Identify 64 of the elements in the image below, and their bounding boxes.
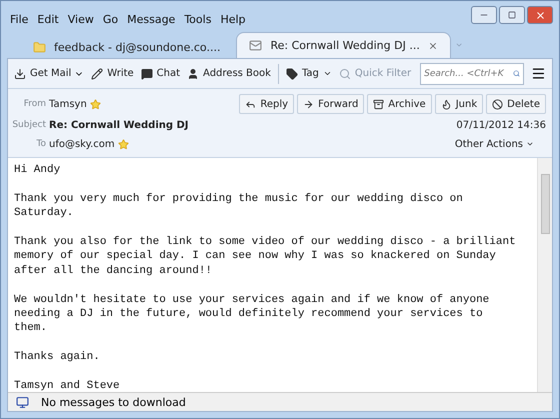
message-paragraph: Thank you very much for providing the music for our wedding disco on Saturday. — [14, 192, 464, 221]
reply-button[interactable]: Reply — [239, 94, 294, 114]
get-mail-button[interactable]: Get Mail — [14, 68, 72, 80]
envelope-icon — [249, 39, 262, 52]
subject-text: Re: Cornwall Wedding DJ — [49, 120, 189, 130]
folder-icon — [33, 40, 46, 54]
star-icon[interactable] — [118, 138, 129, 150]
message-paragraph: Tamsyn and Steve — [14, 379, 121, 392]
flame-icon — [440, 98, 452, 110]
message-paragraph: We wouldn't hesitate to use your services again and if we know of anyone needing a DJ in the future, would definitely recommend your services to them. — [14, 292, 490, 336]
to-label: To — [36, 139, 46, 149]
menu-item[interactable]: Edit — [37, 13, 59, 26]
search-field[interactable]: Search... <Ctrl+K — [420, 62, 524, 84]
close-icon — [534, 10, 546, 20]
forward-button[interactable]: Forward — [297, 94, 364, 114]
message-paragraph: Hi Andy — [14, 163, 62, 178]
menu-item[interactable]: Tools — [184, 13, 212, 26]
network-icon — [16, 396, 29, 408]
menu-item[interactable]: Go — [102, 13, 118, 26]
message-paragraph: Thank you also for the link to some video of our wedding disco - a brilliant memory of our special day. I can see now why I was so knackered on Sunday after all the dancing around!! — [14, 235, 517, 278]
close-button[interactable] — [527, 6, 553, 24]
menu-item[interactable]: File — [10, 13, 28, 26]
no-entry-icon — [492, 98, 504, 110]
status-text: No messages to download — [41, 396, 186, 408]
pencil-icon — [91, 68, 104, 80]
close-icon[interactable] — [428, 40, 438, 50]
delete-button[interactable]: Delete — [486, 94, 546, 114]
reply-arrow-icon — [245, 98, 256, 110]
tag-icon — [286, 68, 298, 80]
other-actions-menu[interactable]: Other Actions — [454, 138, 523, 150]
caret-icon — [322, 69, 332, 78]
person-icon — [187, 68, 200, 80]
caret-icon — [526, 140, 534, 148]
menu-item[interactable]: View — [68, 13, 94, 26]
archive-button[interactable]: Archive — [367, 94, 432, 114]
message-paragraph: Thanks again. — [14, 350, 101, 365]
menu-item[interactable]: Help — [220, 13, 246, 26]
maximize-icon — [508, 11, 516, 19]
scrollbar-thumb[interactable] — [540, 174, 550, 234]
menu-item[interactable]: Message — [127, 13, 176, 26]
search-icon — [513, 68, 520, 79]
from-label: From — [22, 99, 46, 109]
scrollbar[interactable] — [537, 158, 552, 392]
chat-button[interactable]: Chat — [140, 68, 180, 80]
search-input[interactable]: Search... <Ctrl+K — [424, 68, 514, 78]
minimize-button[interactable] — [471, 6, 497, 24]
subject-label: Subject — [11, 120, 46, 130]
sender-name[interactable]: Tamsyn — [49, 98, 87, 110]
junk-button[interactable]: Junk — [434, 94, 484, 114]
download-icon — [14, 68, 26, 80]
maximize-button[interactable] — [499, 6, 525, 24]
star-icon[interactable] — [90, 98, 101, 110]
menu-icon[interactable] — [531, 66, 546, 81]
speech-bubble-icon — [140, 68, 153, 80]
date-text: 07/11/2012 14:36 — [456, 120, 546, 130]
tab[interactable]: feedback - dj@soundone.co.... — [21, 36, 232, 58]
tab[interactable]: Re: Cornwall Wedding DJ ... — [236, 32, 451, 58]
right-arrow-icon — [303, 98, 314, 110]
address-book-button[interactable]: Address Book — [187, 68, 271, 80]
archive-box-icon — [373, 98, 384, 110]
tag-button[interactable]: Tag — [286, 68, 332, 80]
write-button[interactable]: Write — [91, 68, 134, 80]
recipient-address[interactable]: ufo@sky.com — [49, 138, 115, 150]
search-icon — [338, 68, 351, 80]
